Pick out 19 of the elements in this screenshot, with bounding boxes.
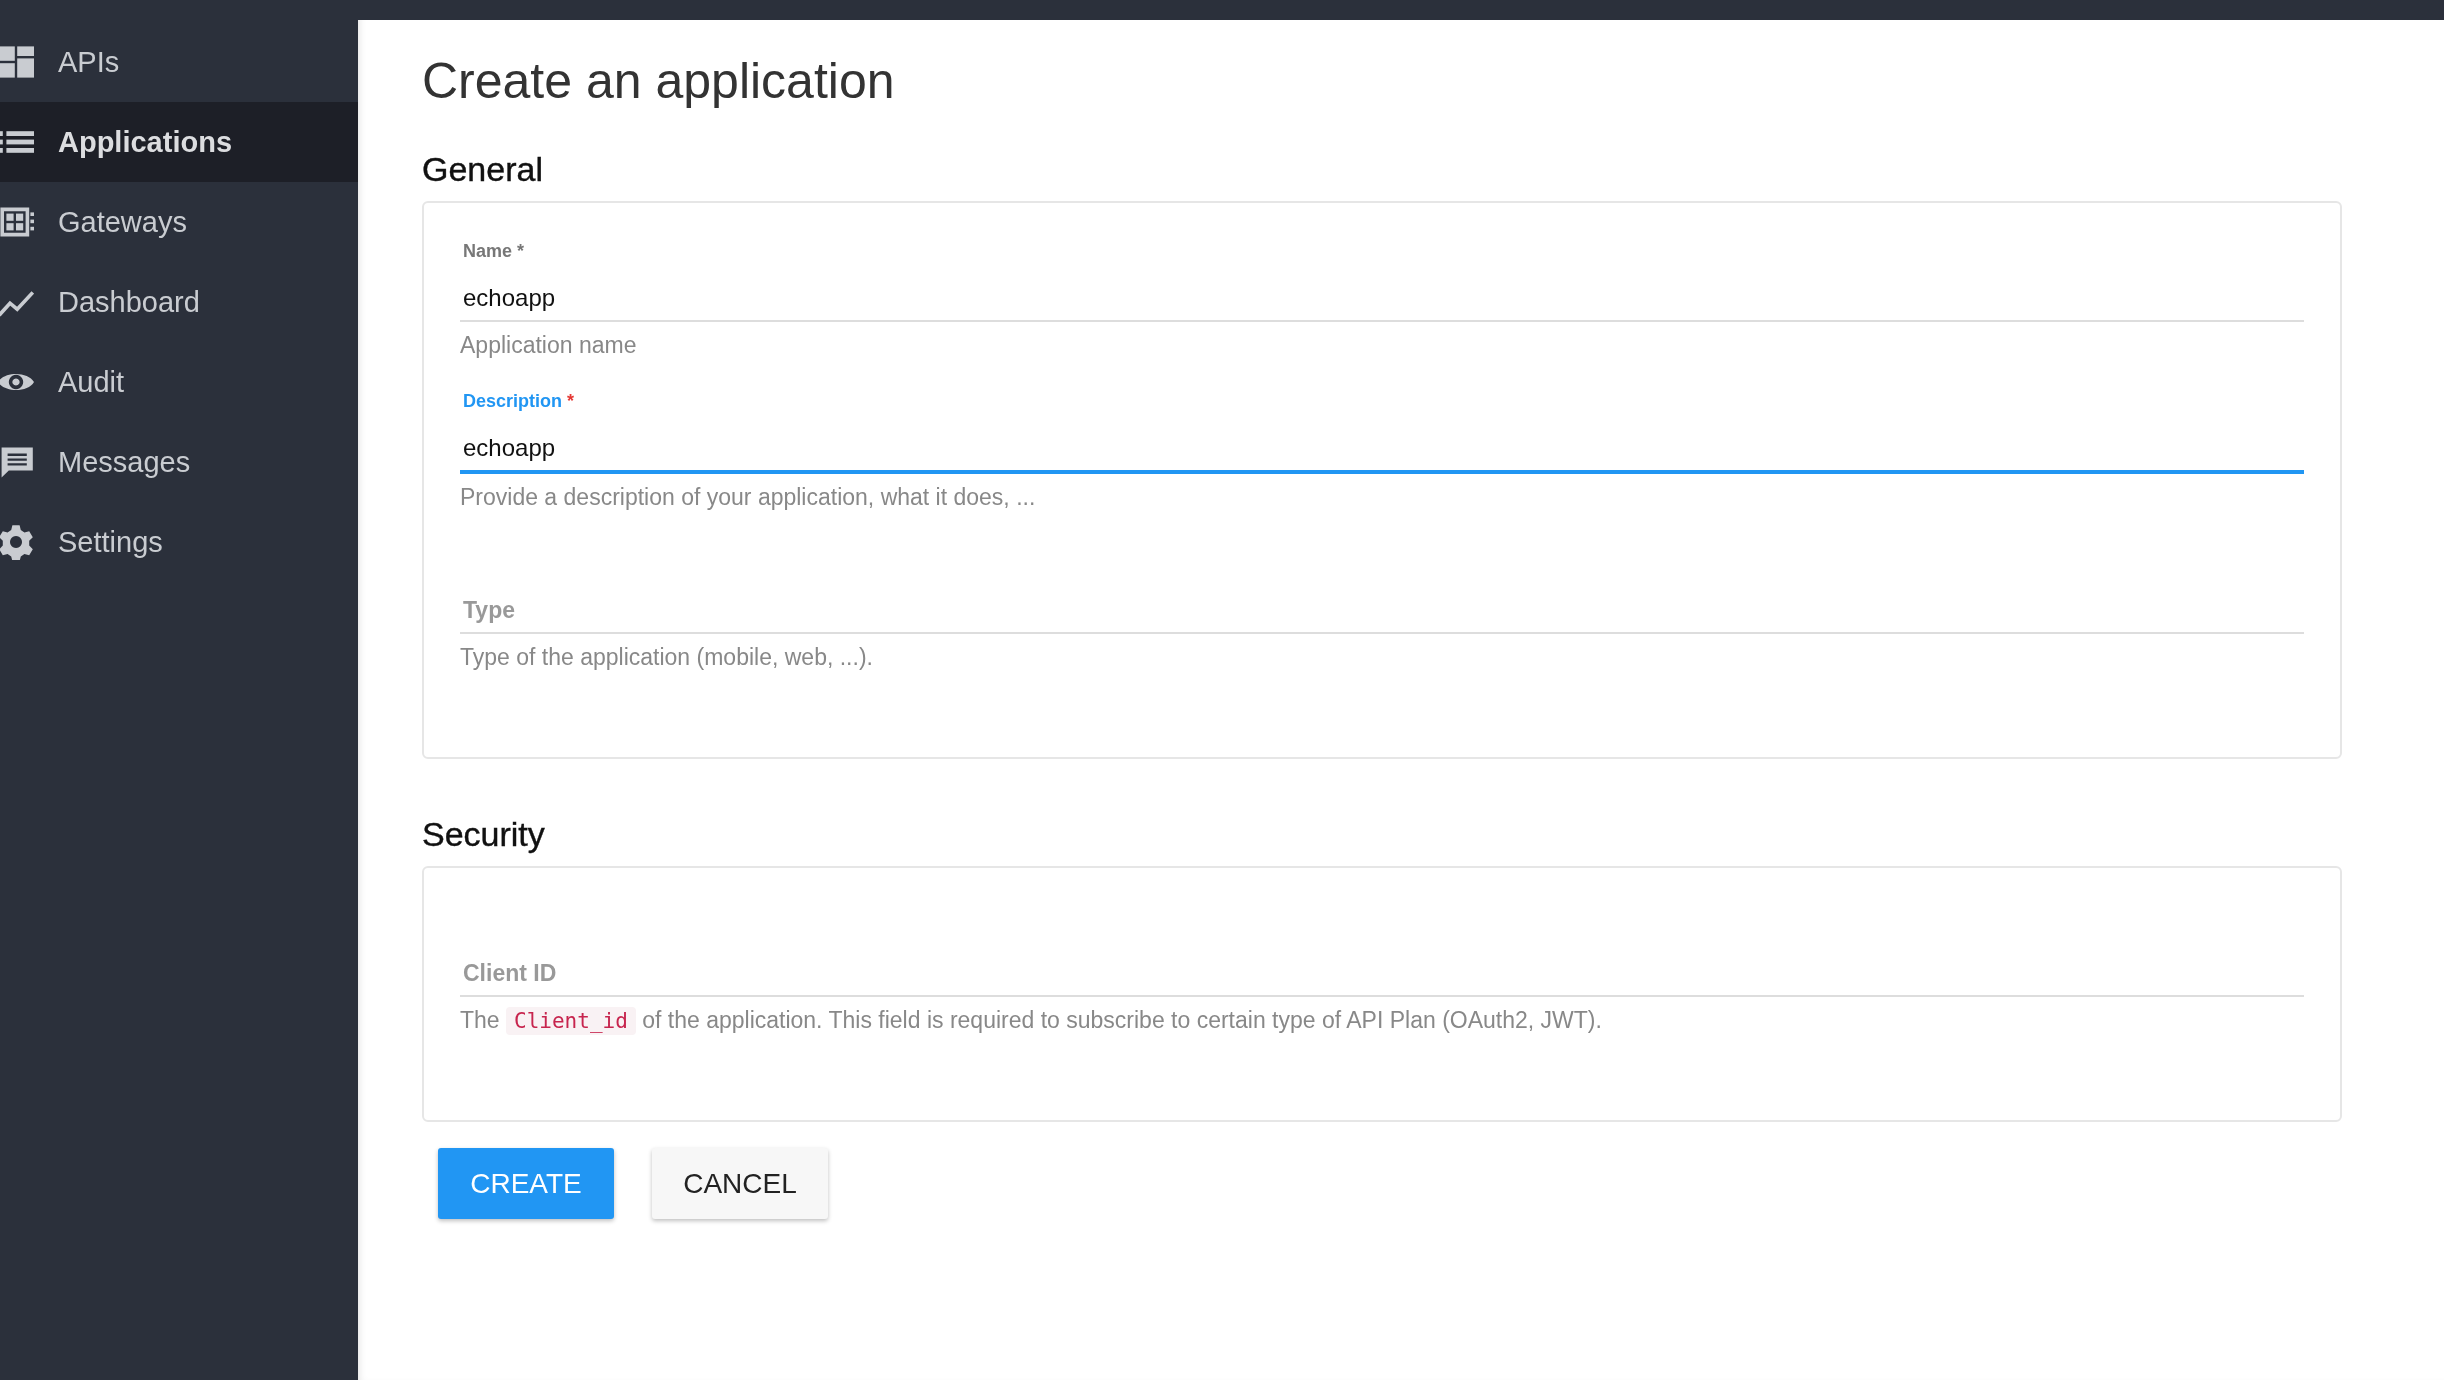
sidebar-item[interactable]: Settings xyxy=(0,502,358,582)
helper-text: Provide a description of your application, what it does, ... xyxy=(460,484,1037,511)
grid-icon xyxy=(0,44,34,80)
page-title: Create an application xyxy=(422,52,896,110)
helper-text: Application name xyxy=(460,332,638,359)
sidebar-item[interactable]: Audit xyxy=(0,342,358,422)
cancel-button[interactable]: CANCEL xyxy=(652,1148,828,1219)
sidebar-item[interactable]: APIs xyxy=(0,22,358,102)
helper-text: Type of the application (mobile, web, ...). xyxy=(460,644,874,671)
input-field[interactable]: Description * echoapp xyxy=(460,385,2304,474)
sidebar-item[interactable]: Dashboard xyxy=(0,262,358,342)
section-heading: Security xyxy=(422,815,546,854)
input-field[interactable]: Name * echoapp xyxy=(460,235,2304,322)
section-heading: General xyxy=(422,150,544,189)
settings-icon xyxy=(0,524,34,560)
sidebar-item[interactable]: Applications xyxy=(0,102,358,182)
sidebar-item[interactable]: Messages xyxy=(0,422,358,502)
helper-text: The Client_id of the application. This field is required to subscribe to certain type of API Plan (OAuth2, JWT). xyxy=(460,1007,1603,1034)
sidebar-item[interactable]: Gateways xyxy=(0,182,358,262)
